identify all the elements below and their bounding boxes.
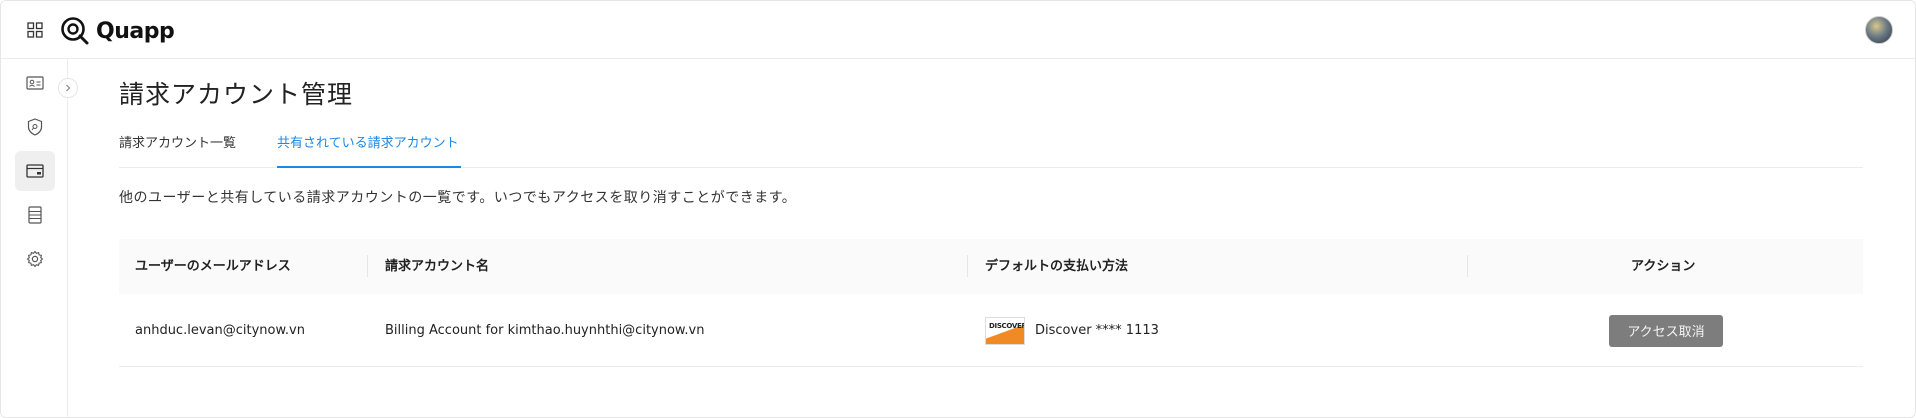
column-divider bbox=[1467, 255, 1468, 277]
sidebar-item-settings[interactable] bbox=[15, 239, 55, 279]
sidebar-item-documents[interactable] bbox=[15, 195, 55, 235]
column-header-account-name: 請求アカウント名 bbox=[385, 259, 490, 274]
table-header: ユーザーのメールアドレス 請求アカウント名 デフォルトの支払い方法 アクション bbox=[119, 239, 1863, 294]
table-row: anhduc.levan@citynow.vn Billing Account … bbox=[119, 294, 1863, 367]
column-header-email: ユーザーのメールアドレス bbox=[135, 259, 291, 274]
sidebar-item-profile[interactable] bbox=[15, 63, 55, 103]
document-list-icon bbox=[28, 206, 42, 224]
tab-bar: 請求アカウント一覧 共有されている請求アカウント bbox=[119, 133, 1863, 168]
security-shield-icon bbox=[27, 118, 43, 136]
app-logo[interactable]: Quapp bbox=[60, 16, 175, 46]
sidebar-expand-button[interactable] bbox=[58, 78, 78, 98]
column-header-action: アクション bbox=[1631, 259, 1696, 274]
settings-gear-icon bbox=[26, 250, 44, 268]
apps-grid-icon[interactable] bbox=[23, 18, 47, 42]
page-title: 請求アカウント管理 bbox=[119, 80, 354, 109]
sidebar bbox=[1, 59, 68, 417]
chevron-right-icon bbox=[66, 84, 71, 92]
page-description: 他のユーザーと共有している請求アカウントの一覧です。いつでもアクセスを取り消すこ… bbox=[119, 190, 797, 206]
column-header-payment-method: デフォルトの支払い方法 bbox=[985, 259, 1129, 274]
sidebar-item-security[interactable] bbox=[15, 107, 55, 147]
app-window: Quapp 請求アカウント管理 請求アカウント一覧 共有されている請求アカウント… bbox=[0, 0, 1916, 418]
user-avatar[interactable] bbox=[1865, 16, 1893, 44]
row-account-name: Billing Account for kimthao.huynhthi@cit… bbox=[385, 323, 705, 338]
sidebar-item-billing[interactable] bbox=[15, 151, 55, 191]
profile-card-icon bbox=[26, 76, 44, 90]
discover-card-icon: DISCOVER bbox=[985, 316, 1025, 345]
revoke-access-button[interactable]: アクセス取消 bbox=[1609, 314, 1723, 347]
app-name: Quapp bbox=[96, 18, 175, 44]
tab-shared-billing-accounts[interactable]: 共有されている請求アカウント bbox=[277, 133, 461, 168]
shared-accounts-table: ユーザーのメールアドレス 請求アカウント名 デフォルトの支払い方法 アクション … bbox=[119, 239, 1863, 367]
tab-billing-accounts[interactable]: 請求アカウント一覧 bbox=[119, 133, 236, 168]
row-payment-method: DISCOVER Discover **** 1113 bbox=[985, 294, 1159, 367]
row-email: anhduc.levan@citynow.vn bbox=[135, 323, 305, 338]
column-divider bbox=[367, 255, 368, 277]
row-action: アクセス取消 bbox=[1609, 294, 1723, 367]
billing-card-icon bbox=[26, 164, 44, 178]
column-divider bbox=[967, 255, 968, 277]
quapp-logo-icon bbox=[61, 17, 89, 45]
payment-method-label: Discover **** 1113 bbox=[1035, 323, 1159, 338]
top-bar: Quapp bbox=[1, 1, 1915, 59]
